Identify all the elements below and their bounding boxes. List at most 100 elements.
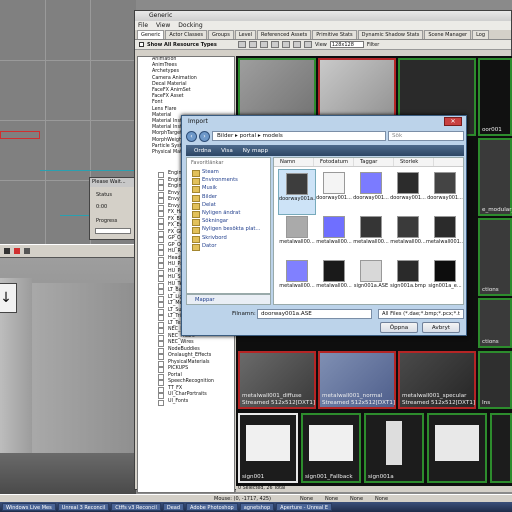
tab-primitive-stats[interactable]: Primitive Stats <box>312 30 357 39</box>
thumbnail-partial[interactable]: Ins <box>478 351 512 409</box>
favorite-link[interactable]: Musik <box>187 184 270 194</box>
tab-actor-classes[interactable]: Actor Classes <box>165 30 207 39</box>
file-item[interactable]: sign001a.bmp <box>389 257 427 303</box>
menu-file[interactable]: File <box>138 21 148 30</box>
lock-icon[interactable] <box>24 248 30 254</box>
open-button[interactable]: Öppna <box>380 322 418 333</box>
favorite-link[interactable]: Sökningar <box>187 217 270 227</box>
favorite-link[interactable]: Skrivbord <box>187 234 270 243</box>
tab-groups[interactable]: Groups <box>207 30 234 39</box>
tab-level[interactable]: Level <box>234 30 257 39</box>
thumbnail-sign001[interactable]: sign001 <box>238 413 298 483</box>
column-date[interactable]: Fotodatum <box>314 158 354 166</box>
file-thumbnail-icon <box>286 216 308 238</box>
favorite-link[interactable]: Nyligen ändrat <box>187 209 270 219</box>
thumbnail-metalwall-normal[interactable]: metalwall001_normal Streamed 512x512[DXT… <box>318 351 396 409</box>
breadcrumb-item[interactable]: models <box>262 133 282 139</box>
menu-view[interactable]: View <box>156 21 170 30</box>
file-item[interactable]: metalwall00... <box>278 213 316 259</box>
taskbar-item[interactable]: Dead <box>162 503 185 511</box>
refresh-icon[interactable] <box>271 41 279 48</box>
taskbar: Windows Live Mes Unreal 3 Reconcil Ctffs… <box>0 502 512 512</box>
thumbnail-metalwall-specular[interactable]: metalwall001_specular Streamed 512x512[D… <box>398 351 476 409</box>
thumbnail-partial[interactable]: e_modular_wa <box>478 138 512 216</box>
path-breadcrumb[interactable]: Bilder ▸ portal ▸ models <box>212 131 386 141</box>
file-item[interactable]: doorway001... <box>315 169 353 215</box>
thumbnail-sign001a[interactable]: sign001a <box>364 413 424 483</box>
tab-generic[interactable]: Generic <box>137 30 165 39</box>
sign-arrow-icon <box>246 425 290 461</box>
file-item[interactable]: sign001a.ASE <box>352 257 390 303</box>
file-item[interactable]: metalwall001... <box>426 213 463 259</box>
file-name: metalwall00... <box>279 239 315 245</box>
taskbar-item[interactable]: Ctffs v3 Reconcil <box>111 503 161 511</box>
sort-icon[interactable] <box>282 41 290 48</box>
views-button[interactable]: Visa <box>221 148 233 154</box>
file-item[interactable]: metalwall00... <box>389 213 427 259</box>
file-item[interactable]: metalwall00... <box>278 257 316 303</box>
thumbnail-metalwall-diffuse[interactable]: metalwall001_diffuse Streamed 512x512[DX… <box>238 351 316 409</box>
search-input[interactable]: Sök <box>388 131 464 141</box>
favorite-link[interactable]: Bilder <box>187 193 270 202</box>
color-icon[interactable] <box>304 41 312 48</box>
file-item[interactable]: sign001a_n... <box>278 301 316 304</box>
favorite-link[interactable]: Environments <box>187 176 270 186</box>
file-item[interactable]: metalwall00... <box>315 213 353 259</box>
file-item[interactable]: sign001a_e... <box>426 257 463 303</box>
thumbnail-partial[interactable]: oor001 <box>478 58 512 136</box>
filetype-select[interactable]: All Files (*.dae;*.bmp;*.pcx;*.t <box>378 309 464 319</box>
file-item[interactable]: metalwall00... <box>315 257 353 303</box>
tab-scene-manager[interactable]: Scene Manager <box>424 30 472 39</box>
folders-toggle[interactable]: Mappar <box>186 294 271 305</box>
taskbar-item[interactable]: Unreal 3 Reconcil <box>57 503 110 511</box>
file-item[interactable]: doorway001... <box>426 169 463 215</box>
taskbar-item[interactable]: Adobe Photoshop <box>186 503 238 511</box>
favorite-link[interactable]: Dator <box>187 242 270 252</box>
column-name[interactable]: Namn <box>274 158 314 166</box>
thumbnail-sign-alt[interactable] <box>427 413 487 483</box>
favorite-link[interactable]: Nyligen besökta plat... <box>187 225 270 235</box>
sign-person-icon <box>435 425 479 461</box>
cancel-button[interactable]: Avbryt <box>422 322 460 333</box>
view-size-select[interactable]: 128x128 <box>329 41 364 48</box>
group-icon[interactable] <box>293 41 301 48</box>
filename-input[interactable]: doorway001a.ASE <box>257 309 372 319</box>
perspective-viewport[interactable]: ↓ <box>0 258 136 494</box>
column-size[interactable]: Storlek <box>394 158 434 166</box>
realtime-icon[interactable] <box>4 248 10 254</box>
close-button[interactable]: ✕ <box>444 117 462 126</box>
back-button[interactable]: ‹ <box>186 130 197 142</box>
favorite-link[interactable]: Steam <box>187 168 270 178</box>
column-tags[interactable]: Taggar <box>354 158 394 166</box>
filter-icon[interactable] <box>260 41 268 48</box>
show-all-checkbox[interactable] <box>139 42 144 47</box>
file-list[interactable]: Namn Fotodatum Taggar Storlek doorway001… <box>273 157 464 305</box>
organize-button[interactable]: Ordna <box>194 148 211 154</box>
thumbnail-partial[interactable]: ctions <box>478 298 512 348</box>
browser-toolbar: Show All Resource Types View 128x128 Fil… <box>135 40 511 50</box>
tab-log[interactable]: Log <box>472 30 490 39</box>
tab-referenced-assets[interactable]: Referenced Assets <box>257 30 312 39</box>
thumbnail-sign001-fallback[interactable]: sign001_Fallback <box>301 413 361 483</box>
favorite-link[interactable]: Delat <box>187 201 270 211</box>
taskbar-item[interactable]: Aperture - Unreal E <box>276 503 333 511</box>
forward-button[interactable]: › <box>199 130 210 142</box>
tab-dynamic-shadow-stats[interactable]: Dynamic Shadow Stats <box>357 30 424 39</box>
file-item[interactable]: doorway001a.ASE <box>278 169 316 215</box>
thumbnail-partial[interactable]: ctions <box>478 218 512 296</box>
taskbar-item[interactable]: agnetshop <box>239 503 275 511</box>
file-item[interactable]: metalwall00... <box>352 213 390 259</box>
tree-item[interactable]: UI_Fonts <box>154 399 233 405</box>
thumbnail-partial[interactable] <box>490 413 512 483</box>
thumbnail-view-icon[interactable] <box>249 41 257 48</box>
viewport-toolbar[interactable] <box>0 244 136 258</box>
new-folder-button[interactable]: Ny mapp <box>243 148 268 154</box>
list-view-icon[interactable] <box>238 41 246 48</box>
taskbar-item[interactable]: Windows Live Mes <box>2 503 56 511</box>
breadcrumb-item[interactable]: portal <box>240 133 256 139</box>
camera-icon[interactable] <box>14 248 20 254</box>
file-item[interactable]: doorway001... <box>352 169 390 215</box>
menu-docking[interactable]: Docking <box>178 21 202 30</box>
breadcrumb-item[interactable]: Bilder <box>217 133 233 139</box>
file-item[interactable]: doorway001... <box>389 169 427 215</box>
